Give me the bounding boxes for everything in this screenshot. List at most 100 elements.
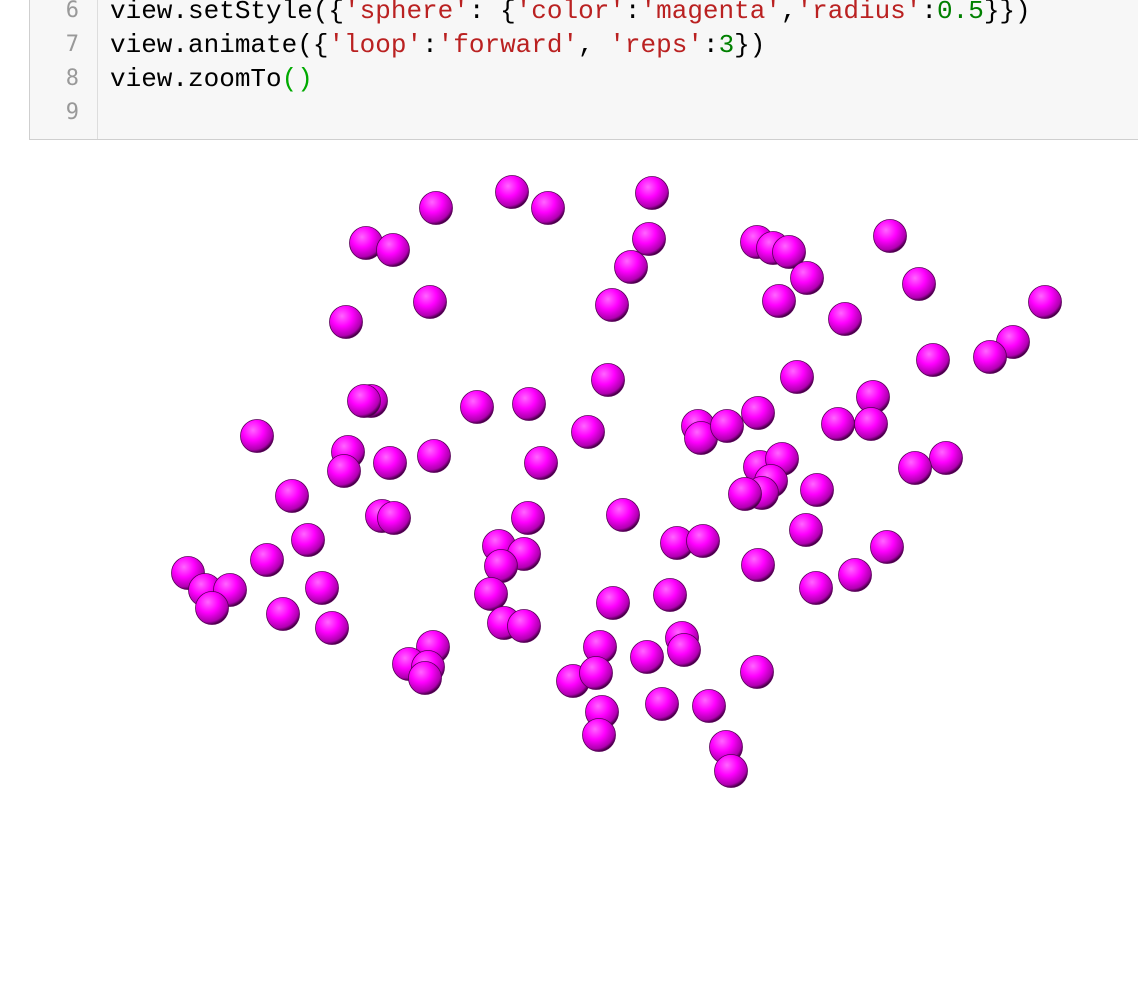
sphere-atom bbox=[591, 363, 625, 397]
code-token-plain: : { bbox=[468, 0, 516, 26]
code-token-plain: , bbox=[578, 30, 610, 60]
sphere-atom bbox=[692, 689, 726, 723]
line-number: 9 bbox=[65, 100, 79, 125]
line-number: 7 bbox=[65, 32, 79, 57]
sphere-atom bbox=[376, 233, 410, 267]
sphere-atom bbox=[635, 176, 669, 210]
sphere-atom bbox=[327, 454, 361, 488]
line-number-gutter: 6 7 8 9 bbox=[30, 0, 98, 139]
code-token-number: 0.5 bbox=[937, 0, 984, 26]
sphere-atom bbox=[762, 284, 796, 318]
sphere-atom bbox=[582, 718, 616, 752]
sphere-atom bbox=[305, 571, 339, 605]
sphere-atom bbox=[315, 611, 349, 645]
sphere-atom bbox=[474, 577, 508, 611]
sphere-atom bbox=[377, 501, 411, 535]
sphere-atom bbox=[929, 441, 963, 475]
line-number: 6 bbox=[65, 0, 79, 23]
sphere-atom bbox=[373, 446, 407, 480]
sphere-atom bbox=[821, 407, 855, 441]
code-token-plain: : bbox=[921, 0, 937, 26]
sphere-atom bbox=[645, 687, 679, 721]
sphere-atom bbox=[329, 305, 363, 339]
sphere-atom bbox=[873, 219, 907, 253]
sphere-atom bbox=[250, 543, 284, 577]
code-token-plain: : bbox=[624, 0, 641, 26]
sphere-atom bbox=[828, 302, 862, 336]
sphere-atom bbox=[710, 409, 744, 443]
code-token-string: 'magenta' bbox=[640, 0, 781, 26]
code-line-8[interactable]: view.zoomTo() bbox=[110, 62, 313, 96]
sphere-atom bbox=[524, 446, 558, 480]
sphere-atom bbox=[741, 396, 775, 430]
sphere-atom bbox=[630, 640, 664, 674]
sphere-atom bbox=[790, 261, 824, 295]
code-line-7[interactable]: view.animate({'loop':'forward', 'reps':3… bbox=[110, 28, 765, 62]
sphere-atom bbox=[275, 479, 309, 513]
code-token-string: 'radius' bbox=[796, 0, 922, 26]
sphere-atom bbox=[417, 439, 451, 473]
sphere-atom bbox=[579, 656, 613, 690]
code-token-plain: : bbox=[422, 30, 438, 60]
code-token-string: 'sphere' bbox=[344, 0, 469, 26]
sphere-atom bbox=[511, 501, 545, 535]
code-token-string: 'reps' bbox=[609, 30, 703, 60]
sphere-atom bbox=[240, 419, 274, 453]
code-token-paren: () bbox=[281, 64, 313, 94]
code-token-number: 3 bbox=[718, 30, 735, 60]
sphere-atom bbox=[916, 343, 950, 377]
code-token-string: 'color' bbox=[515, 0, 625, 26]
sphere-atom bbox=[507, 609, 541, 643]
sphere-atom bbox=[902, 267, 936, 301]
sphere-atom bbox=[266, 597, 300, 631]
code-token-plain: }}) bbox=[983, 0, 1031, 26]
code-token-string: 'forward' bbox=[437, 30, 579, 60]
sphere-atom bbox=[408, 661, 442, 695]
molecule-viewer-3d[interactable] bbox=[0, 150, 1138, 976]
code-token-string: 'loop' bbox=[328, 30, 423, 60]
sphere-atom bbox=[614, 250, 648, 284]
sphere-group bbox=[171, 175, 1062, 788]
sphere-atom bbox=[291, 523, 325, 557]
sphere-atom bbox=[606, 498, 640, 532]
code-token-plain: : bbox=[702, 30, 719, 60]
code-token-plain: , bbox=[780, 0, 797, 26]
sphere-atom bbox=[789, 513, 823, 547]
line-number: 8 bbox=[65, 66, 79, 91]
code-cell[interactable]: 6 7 8 9 view.setStyle({'sphere': {'color… bbox=[29, 0, 1138, 140]
sphere-atom bbox=[686, 524, 720, 558]
sphere-atom bbox=[973, 340, 1007, 374]
sphere-atom bbox=[741, 548, 775, 582]
code-token-plain: view.setStyle({ bbox=[110, 0, 345, 26]
code-token-plain: }) bbox=[734, 30, 766, 60]
sphere-atom bbox=[531, 191, 565, 225]
sphere-atom bbox=[714, 754, 748, 788]
sphere-atom bbox=[799, 571, 833, 605]
code-token-plain: view.zoomTo bbox=[110, 64, 282, 94]
sphere-atom bbox=[195, 591, 229, 625]
sphere-atom bbox=[571, 415, 605, 449]
sphere-atom bbox=[347, 384, 381, 418]
sphere-atom bbox=[870, 530, 904, 564]
sphere-atom bbox=[898, 451, 932, 485]
code-token-plain: view.animate({ bbox=[110, 30, 329, 60]
sphere-atom bbox=[413, 285, 447, 319]
sphere-atom bbox=[667, 633, 701, 667]
sphere-atom bbox=[854, 407, 888, 441]
sphere-atom bbox=[596, 586, 630, 620]
sphere-atom bbox=[632, 222, 666, 256]
sphere-atom bbox=[740, 655, 774, 689]
sphere-atom bbox=[653, 578, 687, 612]
sphere-atom bbox=[728, 477, 762, 511]
sphere-atom bbox=[419, 191, 453, 225]
sphere-atom bbox=[512, 387, 546, 421]
sphere-atom bbox=[495, 175, 529, 209]
sphere-atom bbox=[1028, 285, 1062, 319]
code-line-6[interactable]: view.setStyle({'sphere': {'color':'magen… bbox=[110, 0, 1031, 28]
sphere-atom bbox=[460, 390, 494, 424]
sphere-atom bbox=[838, 558, 872, 592]
sphere-atom bbox=[780, 360, 814, 394]
sphere-atom bbox=[800, 473, 834, 507]
sphere-render-canvas[interactable] bbox=[0, 150, 1138, 976]
sphere-atom bbox=[595, 288, 629, 322]
